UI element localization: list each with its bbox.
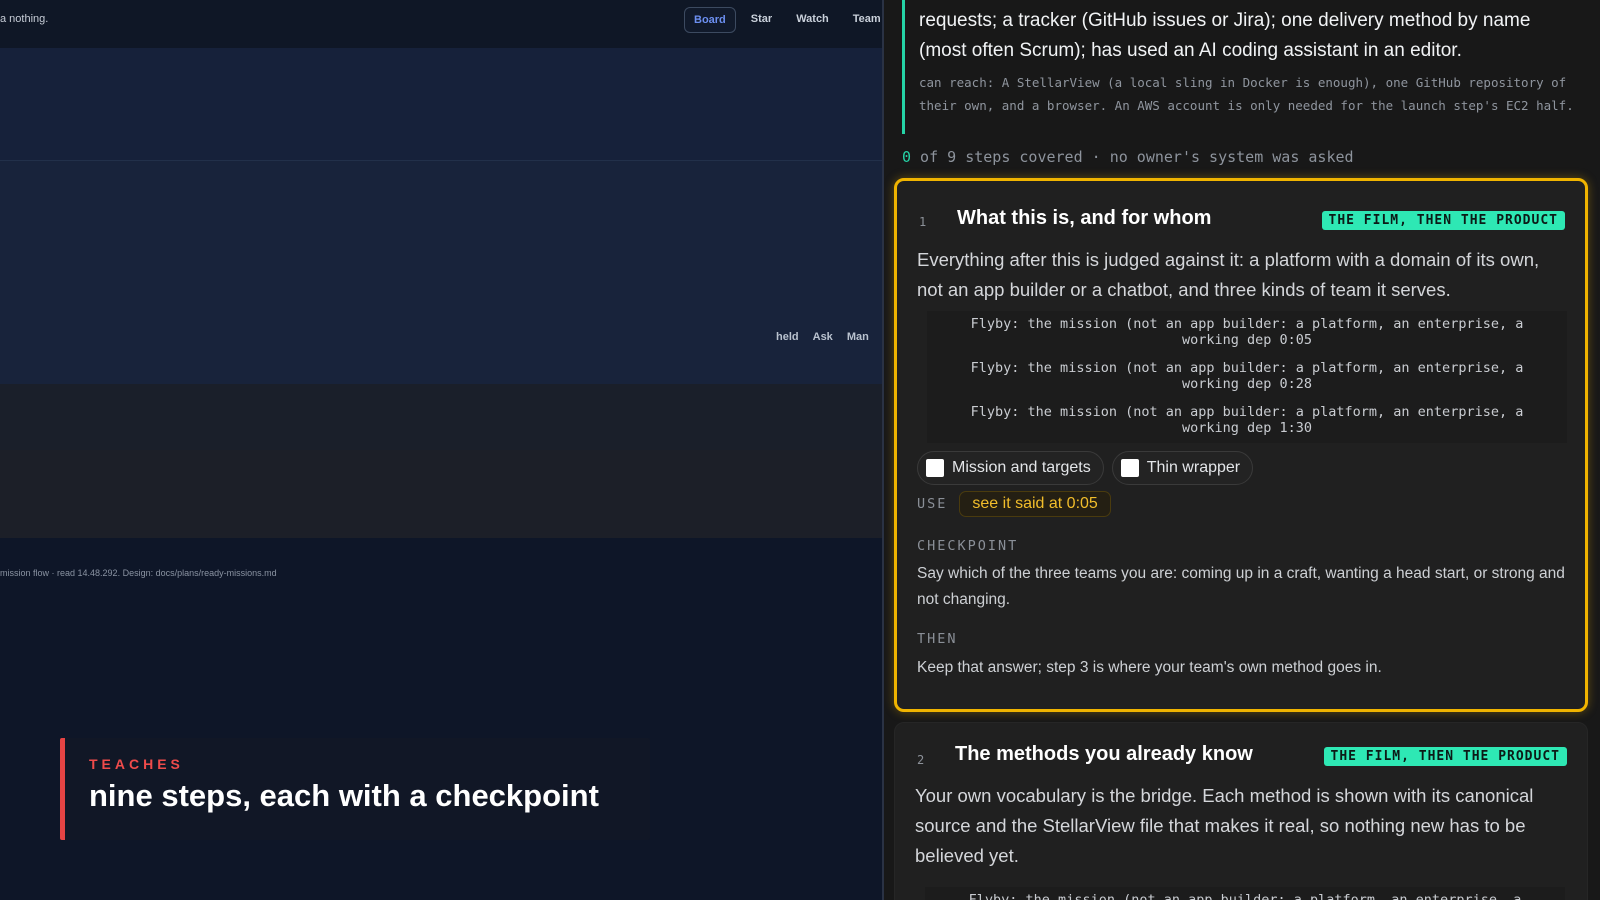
caption-card: TEACHES nine steps, each with a checkpoi…	[60, 738, 650, 840]
then-label: THEN	[917, 631, 958, 647]
cue-line: Flyby: the mission (not an app builder: …	[970, 316, 1524, 332]
steps-panel: requests; a tracker (GitHub issues or Ji…	[884, 0, 1600, 900]
check-thin-wrapper[interactable]: Thin wrapper	[1111, 451, 1254, 485]
caption-kicker: TEACHES	[89, 756, 184, 772]
action-ask[interactable]: Ask	[813, 331, 833, 343]
cue-item[interactable]: Flyby: the mission (not an app builder: …	[927, 355, 1567, 399]
step-card[interactable]: 1 What this is, and for whom THE FILM, T…	[894, 178, 1588, 712]
cue-list: Flyby: the mission (not an app builder: …	[925, 887, 1565, 900]
check-mission-and-targets[interactable]: Mission and targets	[917, 451, 1104, 485]
action-man[interactable]: Man	[847, 331, 869, 343]
app-band	[0, 384, 882, 450]
action-held[interactable]: held	[776, 331, 799, 343]
audience-block: requests; a tracker (GitHub issues or Ji…	[902, 0, 1582, 134]
use-row: USE see it said at 0:05	[917, 491, 1111, 517]
step-tag: THE FILM, THEN THE PRODUCT	[1323, 747, 1567, 766]
cue-item[interactable]: Flyby: the mission (not an app builder: …	[925, 887, 1565, 900]
then-text: Keep that answer; step 3 is where your t…	[917, 659, 1382, 676]
topbar-note: a nothing.	[0, 13, 49, 25]
cue-line: Flyby: the mission (not an app builder: …	[968, 892, 1522, 900]
step-title: The methods you already know	[955, 743, 1253, 765]
step-tag: THE FILM, THEN THE PRODUCT	[1321, 211, 1565, 230]
step-number: 1	[919, 215, 927, 229]
cue-time: working dep 0:28	[1181, 376, 1313, 392]
divider-line	[0, 160, 882, 161]
checkbox[interactable]	[1120, 459, 1139, 477]
see-it-said-button[interactable]: see it said at 0:05	[959, 491, 1111, 517]
app-topbar: a nothing. Board Star Watch Team	[0, 0, 882, 48]
step-card[interactable]: 2 The methods you already know THE FILM,…	[894, 722, 1588, 900]
app-tabs: Board Star Watch Team	[684, 7, 882, 33]
tab-team[interactable]: Team	[844, 7, 882, 33]
caption-headline: nine steps, each with a checkpoint	[89, 778, 599, 813]
checkpoint-text: Say which of the three teams you are: co…	[917, 565, 1565, 608]
audience-reach: can reach: A StellarView (a local sling …	[919, 75, 1574, 113]
progress-text: of 9 steps covered · no owner's system w…	[911, 148, 1354, 166]
tab-watch[interactable]: Watch	[787, 7, 838, 33]
checkbox-label: Thin wrapper	[1146, 459, 1241, 476]
step-description: Everything after this is judged against …	[917, 249, 1540, 300]
app-band	[0, 450, 882, 538]
app-band	[0, 538, 882, 900]
tab-board[interactable]: Board	[684, 7, 736, 33]
row-actions: held Ask Man	[776, 331, 869, 343]
app-band	[0, 160, 882, 384]
progress-count: 0	[902, 148, 912, 166]
cue-list: Flyby: the mission (not an app builder: …	[927, 311, 1567, 443]
step-title: What this is, and for whom	[957, 207, 1212, 229]
app-band	[0, 48, 882, 160]
checkbox-label: Mission and targets	[952, 459, 1091, 476]
progress-status: 0 of 9 steps covered · no owner's system…	[902, 148, 1354, 166]
step-number: 2	[917, 753, 925, 767]
app-footnote: mission flow · read 14.48.292. Design: d…	[0, 568, 277, 578]
tab-star[interactable]: Star	[742, 7, 781, 33]
cue-line: Flyby: the mission (not an app builder: …	[970, 360, 1524, 376]
cue-time: working dep 0:05	[1181, 332, 1313, 348]
cue-line: Flyby: the mission (not an app builder: …	[970, 404, 1524, 420]
cue-item[interactable]: Flyby: the mission (not an app builder: …	[927, 311, 1567, 355]
cue-item[interactable]: Flyby: the mission (not an app builder: …	[927, 399, 1567, 443]
checkbox[interactable]	[926, 459, 944, 477]
checkpoint-label: CHECKPOINT	[917, 538, 1019, 554]
cue-time: working dep 1:30	[1181, 420, 1313, 436]
audience-lead: requests; a tracker (GitHub issues or Ji…	[919, 10, 1531, 61]
use-label: USE	[917, 496, 948, 512]
step-description: Your own vocabulary is the bridge. Each …	[915, 785, 1534, 866]
checkbox-group: Mission and targets Thin wrapper	[917, 451, 1254, 485]
background-app: a nothing. Board Star Watch Team held As…	[0, 0, 882, 900]
